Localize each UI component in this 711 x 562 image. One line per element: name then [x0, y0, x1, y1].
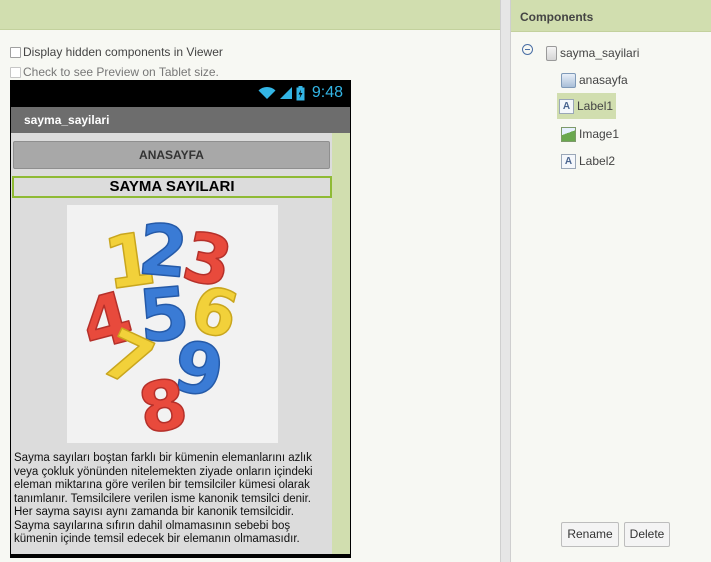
label2-paragraph[interactable]: Sayma sayıları boştan farklı bir kümenin… — [14, 452, 332, 547]
label1-title[interactable]: SAYMA SAYILARI — [12, 176, 332, 198]
tree-item-image1[interactable]: Image1 — [561, 122, 619, 146]
anasayfa-button[interactable]: ANASAYFA — [13, 141, 330, 169]
tree-item-label: Image1 — [579, 127, 620, 141]
label-icon: A — [561, 153, 576, 169]
tree-item-sayma-sayilari[interactable]: sayma_sayilari — [546, 41, 639, 65]
screen-icon — [546, 45, 557, 61]
components-panel: Components sayma_sayilari anasayfa A Lab… — [511, 0, 711, 562]
screen-titlebar: sayma_sayilari — [11, 107, 350, 133]
label-icon: A — [559, 98, 574, 114]
tree-item-label1[interactable]: A Label1 — [557, 93, 617, 119]
components-header: Components — [511, 0, 711, 32]
tree-item-label: anasayfa — [579, 73, 628, 87]
display-hidden-checkbox[interactable] — [10, 46, 21, 58]
tree-item-label2[interactable]: A Label2 — [561, 149, 615, 173]
viewer-panel: Display hidden components in Viewer Chec… — [0, 0, 500, 562]
tablet-preview-checkbox-row[interactable]: Check to see Preview on Tablet size. — [10, 65, 219, 79]
wifi-icon — [258, 86, 276, 99]
display-hidden-label: Display hidden components in Viewer — [23, 45, 223, 59]
button-icon — [561, 72, 576, 88]
label2-line: tanımlanır. Temsilcilere verilen isme ka… — [14, 492, 311, 505]
status-bar: 9:48 — [10, 80, 351, 107]
label2-line: veya çokluk yönünden nitelemekten ziyade… — [14, 465, 313, 478]
panel-splitter[interactable] — [500, 0, 511, 562]
delete-button[interactable]: Delete — [624, 522, 670, 547]
label2-line: Sayma sayılarına sıfırın dahil olmamasın… — [14, 519, 291, 532]
label2-line: Her sayma sayısı aynı zamanda bir kanoni… — [14, 506, 294, 518]
label2-line: kümenin içinde temsil edecek bir elemanı… — [14, 533, 300, 545]
signal-icon — [279, 87, 292, 99]
image1-numbers-image[interactable]: 1 2 3 4 5 6 7 9 8 — [67, 205, 278, 443]
viewer-header — [0, 0, 500, 30]
tree-item-label: Label1 — [577, 99, 614, 113]
label2-line: Sayma sayıları boştan farklı bir kümenin… — [14, 452, 312, 464]
battery-icon — [296, 85, 305, 100]
label2-line: eleman miktarına göre verilen bir temsil… — [14, 479, 310, 491]
rename-button[interactable]: Rename — [561, 522, 619, 547]
tree-item-anasayfa[interactable]: anasayfa — [561, 68, 628, 92]
tablet-preview-checkbox[interactable] — [10, 66, 21, 78]
screen-canvas: ANASAYFA SAYMA SAYILARI 1 2 3 4 5 6 7 9 … — [11, 133, 350, 554]
tree-item-label: sayma_sayilari — [560, 46, 640, 60]
image-icon — [561, 126, 576, 142]
phone-preview: 9:48 sayma_sayilari ANASAYFA SAYMA SAYIL… — [10, 80, 351, 558]
collapse-toggle-icon[interactable] — [522, 44, 533, 55]
tablet-preview-label: Check to see Preview on Tablet size. — [23, 65, 219, 79]
display-hidden-checkbox-row[interactable]: Display hidden components in Viewer — [10, 45, 223, 59]
app-root: Display hidden components in Viewer Chec… — [0, 0, 711, 562]
status-time: 9:48 — [311, 84, 343, 101]
tree-item-label: Label2 — [579, 154, 616, 168]
